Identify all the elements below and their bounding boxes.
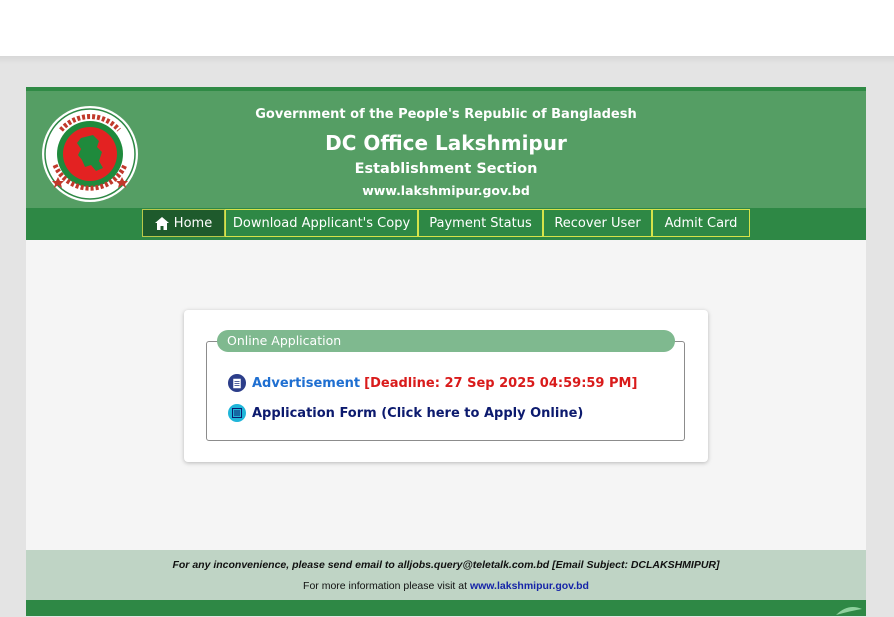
more-info-text: For more information please visit at: [303, 580, 468, 592]
form-icon: [228, 404, 246, 422]
fieldset-legend: Online Application: [217, 330, 675, 352]
main-nav: Home Download Applicant's Copy Payment S…: [26, 208, 866, 240]
office-title: DC Office Lakshmipur: [325, 131, 567, 155]
nav-home-label: Home: [173, 215, 213, 231]
browser-top-area: [0, 0, 894, 56]
leaf-icon: [836, 607, 862, 615]
pdf-icon: [228, 374, 246, 392]
nav-payment-label: Payment Status: [429, 215, 532, 231]
nav-admit-card[interactable]: Admit Card: [652, 209, 750, 237]
advertisement-row: Advertisement [Deadline: 27 Sep 2025 04:…: [228, 373, 637, 393]
advertisement-link[interactable]: Advertisement: [252, 376, 360, 391]
page-container: Government of the People's Republic of B…: [26, 87, 866, 616]
government-title: Government of the People's Republic of B…: [255, 107, 637, 122]
nav-download-label: Download Applicant's Copy: [232, 215, 411, 231]
website-text: www.lakshmipur.gov.bd: [362, 183, 530, 198]
divider: [0, 56, 894, 64]
more-info-line: For more information please visit at www…: [26, 580, 866, 592]
nav-admit-label: Admit Card: [664, 215, 738, 231]
contact-notice: For any inconvenience, please send email…: [172, 559, 720, 571]
more-info-link[interactable]: www.lakshmipur.gov.bd: [470, 580, 589, 592]
online-application-card: Online Application Advertisement [Deadli…: [184, 310, 708, 462]
deadline-text: [Deadline: 27 Sep 2025 04:59:59 PM]: [364, 375, 638, 391]
nav-recover-label: Recover User: [554, 215, 641, 231]
section-title: Establishment Section: [354, 161, 538, 177]
nav-payment-status[interactable]: Payment Status: [418, 209, 543, 237]
application-form-row: Application Form (Click here to Apply On…: [228, 403, 583, 423]
nav-download-applicant-copy[interactable]: Download Applicant's Copy: [225, 209, 418, 237]
bottom-bar: [26, 600, 866, 616]
application-form-link[interactable]: Application Form (Click here to Apply On…: [252, 406, 583, 421]
nav-home[interactable]: Home: [142, 209, 225, 237]
site-header: Government of the People's Republic of B…: [26, 87, 866, 208]
site-footer: For any inconvenience, please send email…: [26, 550, 866, 600]
nav-recover-user[interactable]: Recover User: [543, 209, 652, 237]
home-icon: [154, 216, 169, 230]
